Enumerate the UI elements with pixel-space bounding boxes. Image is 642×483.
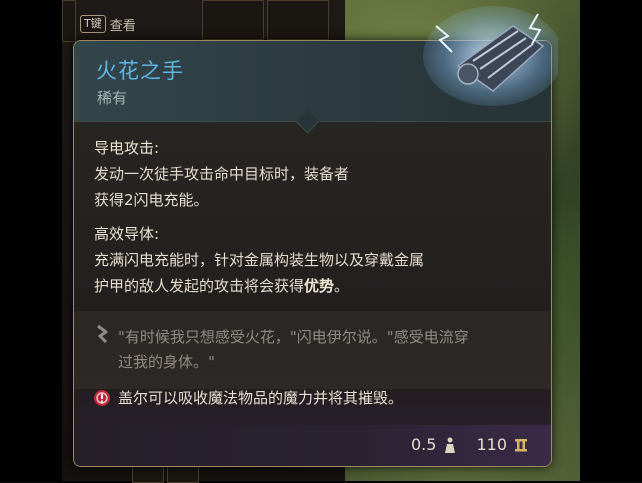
inventory-slot[interactable] xyxy=(132,466,164,483)
passive-efficient-conductor: 高效导体: 充满闪电充能时，针对金属构装生物以及穿戴金属 护甲的敌人发起的攻击将… xyxy=(94,221,424,299)
gold-value-icon xyxy=(515,438,527,451)
weight-value: 0.5 xyxy=(411,435,437,454)
advantage-keyword[interactable]: 优势 xyxy=(304,277,334,295)
gale-warning-icon xyxy=(94,390,110,406)
passive-title: 导电攻击: xyxy=(94,139,160,157)
passive-line: 发动一次徒手攻击命中目标时，装备者 xyxy=(94,165,350,183)
examine-label: 查看 xyxy=(109,18,136,34)
passive-line: 充满闪电充能时，针对金属构装生物以及穿戴金属 xyxy=(94,251,425,269)
inventory-slot[interactable] xyxy=(62,0,76,42)
quote-mark-icon xyxy=(97,324,108,344)
passive-line-end: 。 xyxy=(334,277,350,295)
background-left xyxy=(0,0,62,481)
gauntlet-item-icon xyxy=(423,6,558,106)
inventory-slot[interactable] xyxy=(267,0,329,40)
passive-line: 护甲的敌人发起的攻击将会获得优势。 xyxy=(94,273,424,299)
passive-title: 高效导体: xyxy=(94,225,160,243)
examine-hint[interactable]: T键 查看 xyxy=(80,12,152,36)
companion-note: 盖尔可以吸收魔法物品的魔力并将其摧毁。 xyxy=(118,389,404,407)
weight-icon xyxy=(445,437,456,453)
gold-value: 110 xyxy=(476,435,507,454)
passive-line: 获得2闪电充能。 xyxy=(94,191,209,209)
item-name: 火花之手 xyxy=(96,59,184,83)
quote-line: "有时候我只想感受火花，"闪电伊尔说。"感受电流穿 xyxy=(118,328,469,346)
key-badge: T键 xyxy=(80,15,106,33)
passive-conductive-strikes: 导电攻击: 发动一次徒手攻击命中目标时，装备者 获得2闪电充能。 xyxy=(94,135,349,213)
item-rarity: 稀有 xyxy=(97,89,128,107)
inventory-slot[interactable] xyxy=(167,466,199,483)
flavor-quote: "有时候我只想感受火花，"闪电伊尔说。"感受电流穿 过我的身体。" xyxy=(118,325,538,375)
quote-line: 过我的身体。" xyxy=(118,353,215,371)
inventory-slot[interactable] xyxy=(202,0,264,40)
background-right xyxy=(580,0,642,481)
passive-line-text: 护甲的敌人发起的攻击将会获得 xyxy=(94,277,305,295)
item-stats: 0.5 110 xyxy=(411,435,529,454)
